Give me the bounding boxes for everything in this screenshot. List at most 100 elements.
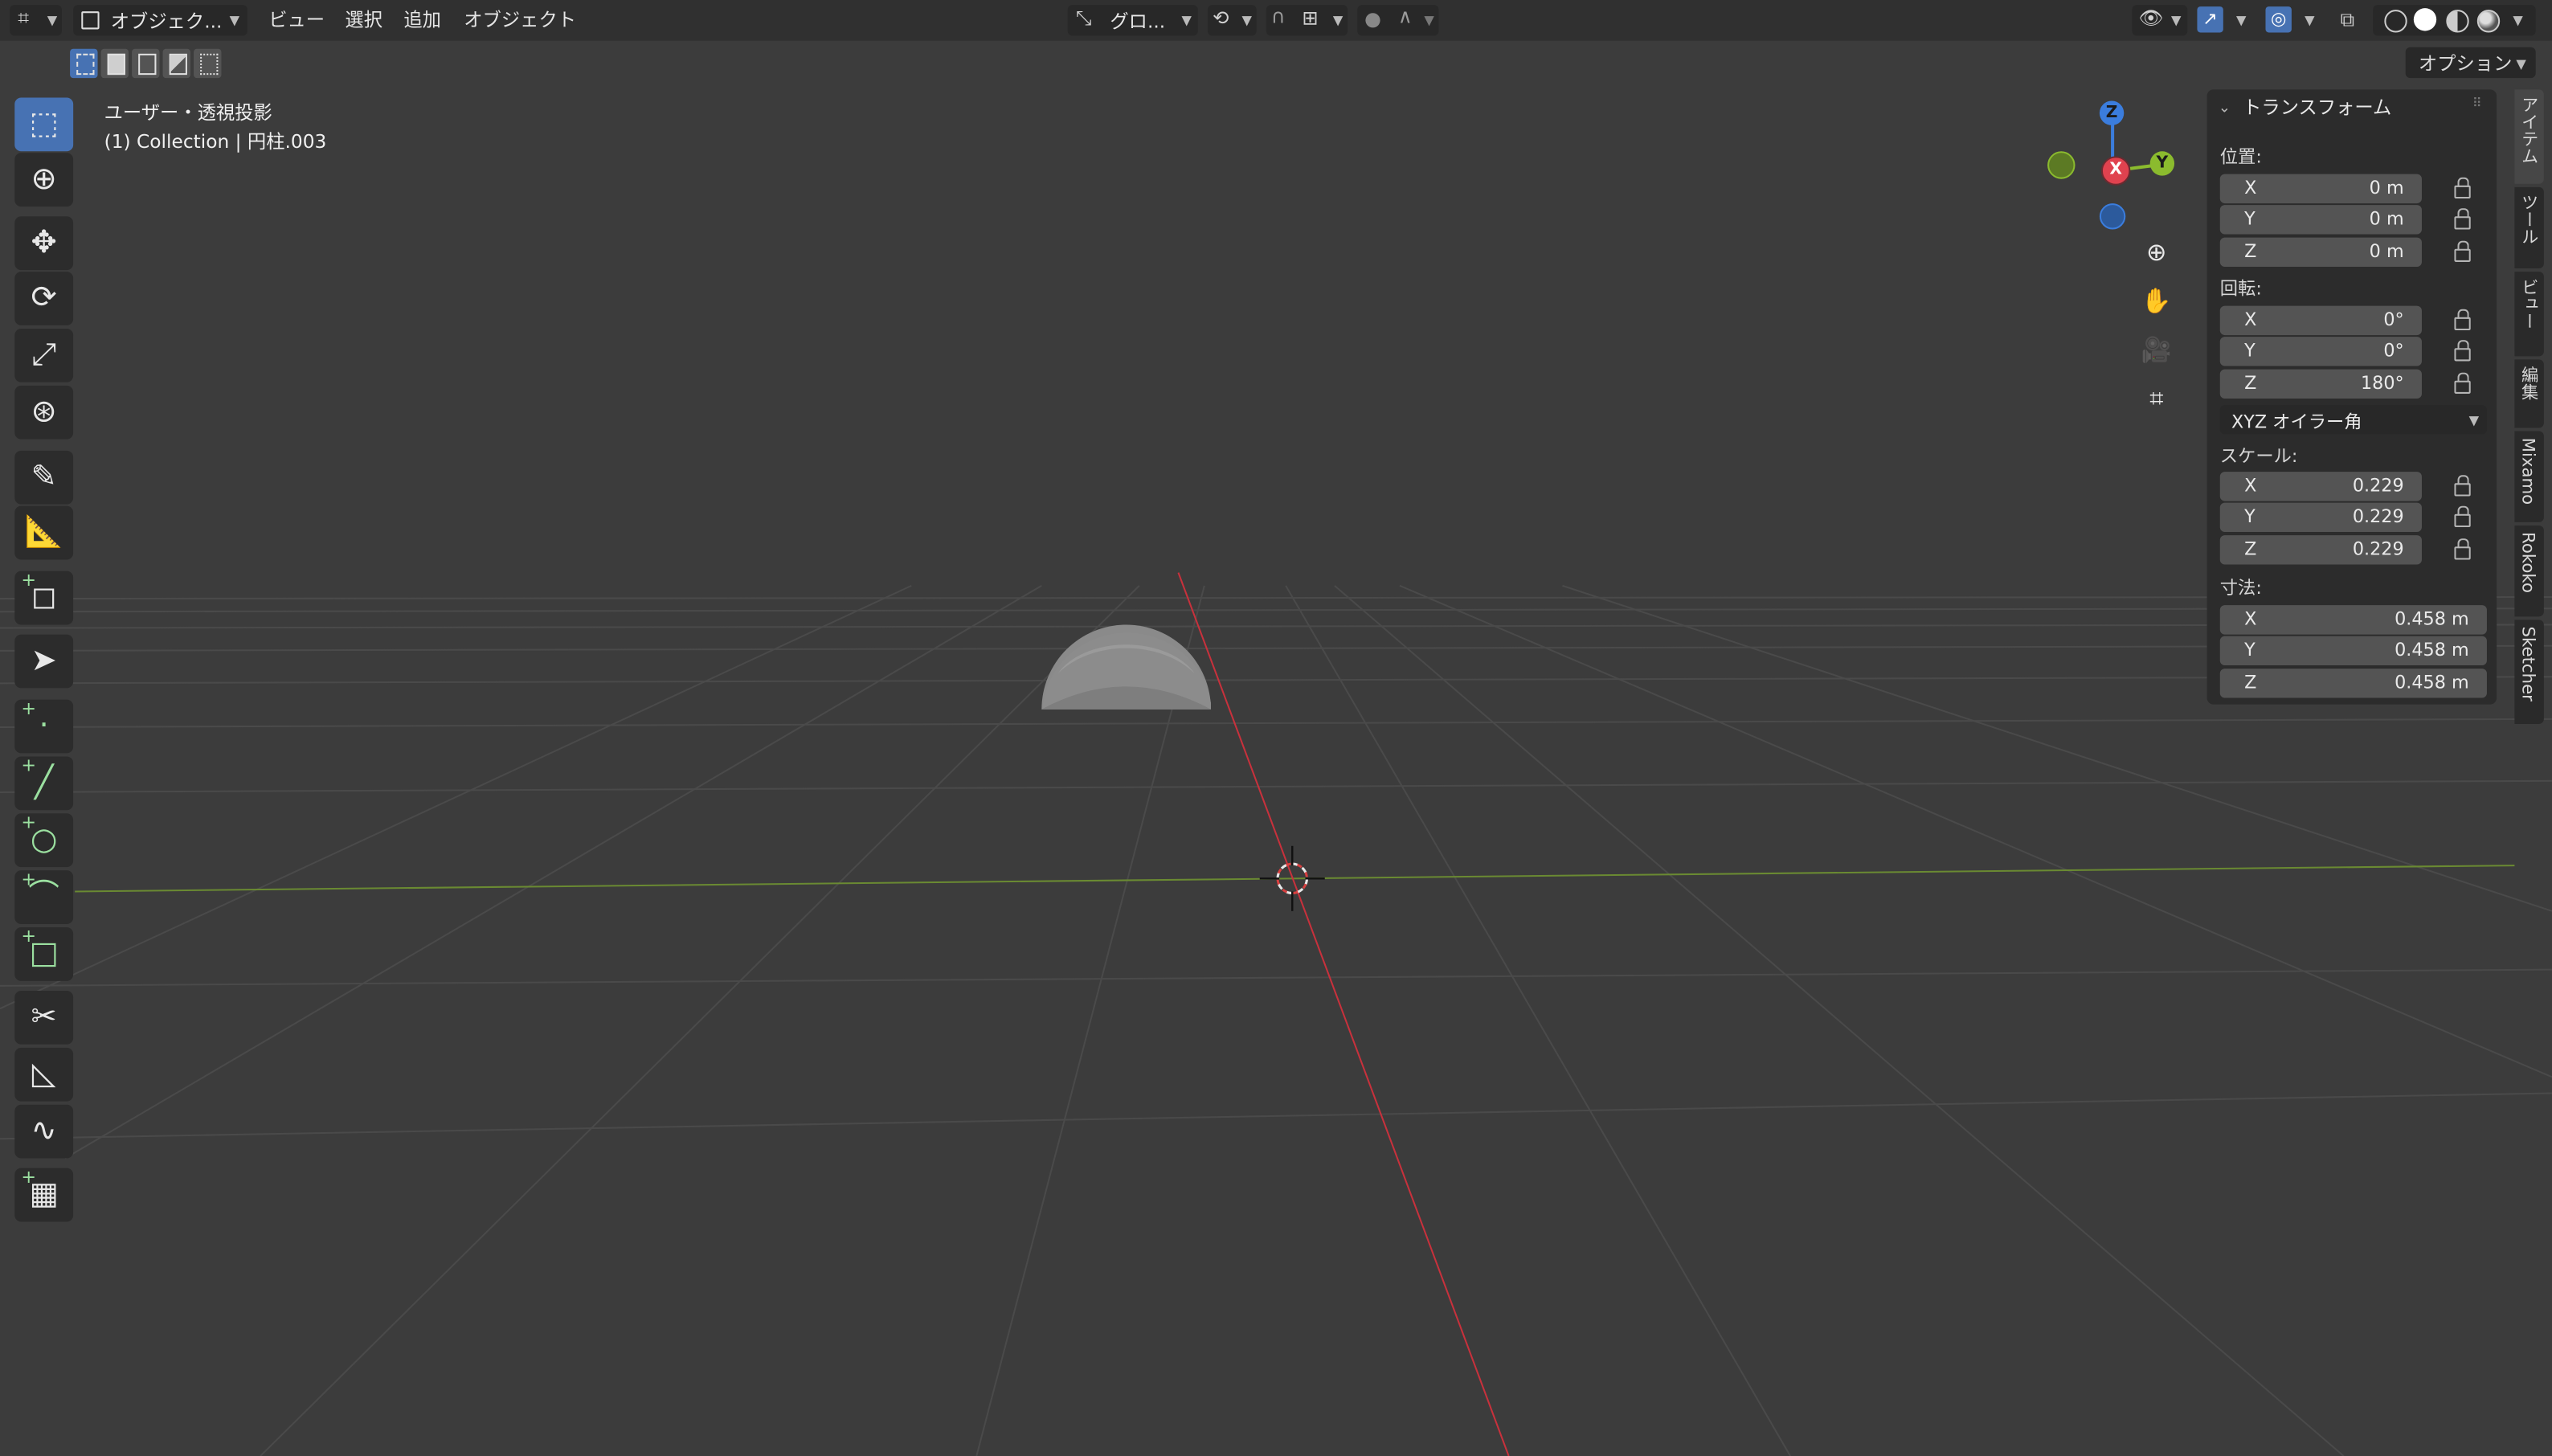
tool-add-rect[interactable]: + □ <box>14 926 74 981</box>
tool-select-box[interactable]: ⬚ <box>14 97 74 152</box>
lock-icon[interactable] <box>2452 177 2472 199</box>
rotation-y-field[interactable]: Y 0° <box>2219 337 2422 366</box>
menu-object[interactable]: オブジェクト <box>464 6 576 32</box>
lock-icon[interactable] <box>2452 505 2472 527</box>
gizmo-toggle[interactable]: ↗ ▼ <box>2194 5 2252 35</box>
lock-icon[interactable] <box>2452 208 2472 230</box>
transform-orientation-dropdown[interactable]: ⤡ グロ... ▼ <box>1067 5 1198 36</box>
mode-dropdown[interactable]: オブジェク... ▼ <box>73 5 247 36</box>
scale-y-field[interactable]: Y 0.229 <box>2219 502 2422 533</box>
chevron-down-icon: ▼ <box>1181 13 1192 28</box>
menu-add[interactable]: 追加 <box>403 6 441 32</box>
tool-add-arc[interactable]: + ⌒ <box>14 869 74 924</box>
gizmo-icon: ↗ <box>2197 6 2223 33</box>
location-y-field[interactable]: Y 0 m <box>2219 205 2422 235</box>
tab-rokoko[interactable]: Rokoko <box>2514 525 2544 617</box>
overlay-toggle[interactable]: ◎ ▼ <box>2262 5 2321 35</box>
pivot-dropdown[interactable]: ⟲ ▼ <box>1207 5 1257 36</box>
rotation-z-field[interactable]: Z 180° <box>2219 369 2422 399</box>
zoom-button[interactable]: ⊕ <box>2133 231 2179 273</box>
tool-scale[interactable]: ⤢ <box>14 328 74 382</box>
tool-move[interactable]: ✥ <box>14 216 74 271</box>
tool-add-circle[interactable]: + ○ <box>14 812 74 868</box>
tool-annotate[interactable]: ✎ <box>14 450 74 505</box>
perspective-toggle-button[interactable]: ⌗ <box>2133 378 2179 420</box>
xray-icon[interactable]: ⧉ <box>2341 8 2354 32</box>
shading-rendered-icon[interactable] <box>2476 10 2501 33</box>
rotation-x-field[interactable]: X 0° <box>2219 305 2422 336</box>
tool-shape[interactable]: ◺ <box>14 1047 74 1102</box>
dimensions-z-field[interactable]: Z 0.458 m <box>2219 669 2487 698</box>
location-x-field[interactable]: X 0 m <box>2219 174 2422 204</box>
camera-view-button[interactable]: 🎥 <box>2133 329 2179 371</box>
zoom-icon: ⊕ <box>2146 237 2167 268</box>
options-dropdown[interactable]: オプション ▼ <box>2405 47 2536 79</box>
rotation-mode-dropdown[interactable]: XYZ オイラー角 ▼ <box>2219 405 2487 435</box>
tab-mixamo[interactable]: Mixamo <box>2514 431 2544 522</box>
lock-icon[interactable] <box>2452 538 2472 560</box>
tool-select-move[interactable]: ➤ <box>14 634 74 689</box>
scale-x-field[interactable]: X 0.229 <box>2219 472 2422 501</box>
lock-icon[interactable] <box>2452 372 2472 394</box>
lock-icon[interactable] <box>2452 475 2472 497</box>
location-z-field[interactable]: Z 0 m <box>2219 237 2422 268</box>
menu-view[interactable]: ビュー <box>268 6 325 32</box>
gizmo-neg-z-dot[interactable] <box>2099 203 2126 230</box>
cursor-arrow-icon: ⬚ <box>29 105 59 142</box>
tool-measure[interactable]: 📐 <box>14 505 74 560</box>
tab-label: ツール <box>2519 193 2539 245</box>
tool-add-point[interactable]: + · <box>14 698 74 754</box>
tool-rotate[interactable]: ⟳ <box>14 272 74 325</box>
tab-sketcher[interactable]: Sketcher <box>2514 620 2544 724</box>
select-subtract-button[interactable] <box>132 48 160 79</box>
snap-group[interactable]: ∩ ⊞ ▼ <box>1266 5 1348 36</box>
rotation-label: 回転: <box>2219 278 2262 300</box>
visibility-dropdown[interactable]: 👁 ▼ <box>2132 5 2188 36</box>
tool-cursor[interactable]: ⊕ <box>14 153 74 207</box>
editor-type-button[interactable]: ⌗ ▼ <box>10 5 62 36</box>
chevron-down-icon[interactable]: ⌄ <box>2219 101 2231 117</box>
field-value: 0.458 m <box>2395 608 2469 630</box>
menu-select[interactable]: 選択 <box>345 6 382 32</box>
arc-icon: ⌒ <box>28 878 59 914</box>
select-new-button[interactable] <box>70 48 98 79</box>
gizmo-z-dot[interactable]: Z <box>2099 100 2125 125</box>
pan-button[interactable]: ✋ <box>2133 280 2179 322</box>
dimensions-y-field[interactable]: Y 0.458 m <box>2219 636 2487 666</box>
drag-handle-icon[interactable]: ⠿ <box>2472 96 2482 110</box>
proportional-edit-group[interactable]: ∧ ▼ <box>1357 5 1439 36</box>
shading-material-icon[interactable] <box>2446 10 2469 33</box>
select-intersect-button[interactable] <box>194 48 222 79</box>
falloff-icon: ∧ <box>1397 5 1413 28</box>
tool-add-cube[interactable]: + ◻ <box>14 570 74 625</box>
scale-z-field[interactable]: Z 0.229 <box>2219 535 2422 565</box>
chevron-down-icon: ▼ <box>2513 13 2523 28</box>
lock-icon[interactable] <box>2452 309 2472 330</box>
tool-transform[interactable]: ⊛ <box>14 385 74 440</box>
axis-label: Z <box>2244 240 2257 262</box>
shading-mode-group[interactable]: ▼ <box>2373 5 2536 36</box>
tab-tool[interactable]: ツール <box>2514 186 2544 269</box>
gizmo-y-dot[interactable]: Y <box>2149 151 2175 176</box>
tab-item[interactable]: アイテム <box>2514 89 2544 184</box>
field-value: 180° <box>2360 372 2404 394</box>
lock-icon[interactable] <box>2452 340 2472 362</box>
gizmo-neg-y-dot[interactable] <box>2047 151 2076 179</box>
gizmo-x-dot[interactable]: X <box>2100 156 2131 186</box>
tool-smooth-curve[interactable]: ∿ <box>14 1104 74 1159</box>
tab-view[interactable]: ビュー <box>2514 272 2544 357</box>
panel-title[interactable]: トランスフォーム <box>2243 94 2391 120</box>
shading-solid-icon[interactable] <box>2413 8 2437 31</box>
line-icon: ╱ <box>35 764 54 801</box>
tab-edit[interactable]: 編集 <box>2514 359 2544 428</box>
rectangle-icon: □ <box>29 935 59 971</box>
lock-icon[interactable] <box>2452 240 2472 262</box>
tool-add-line[interactable]: + ╱ <box>14 755 74 811</box>
dimensions-x-field[interactable]: X 0.458 m <box>2219 605 2487 635</box>
select-invert-button[interactable] <box>162 48 190 79</box>
tool-knife[interactable]: ✂ <box>14 990 74 1045</box>
select-extend-button[interactable] <box>100 48 129 79</box>
shading-wireframe-icon[interactable] <box>2384 10 2407 33</box>
tool-add-grid[interactable]: + ▦ <box>14 1167 74 1222</box>
curve-icon: ∿ <box>31 1112 57 1149</box>
